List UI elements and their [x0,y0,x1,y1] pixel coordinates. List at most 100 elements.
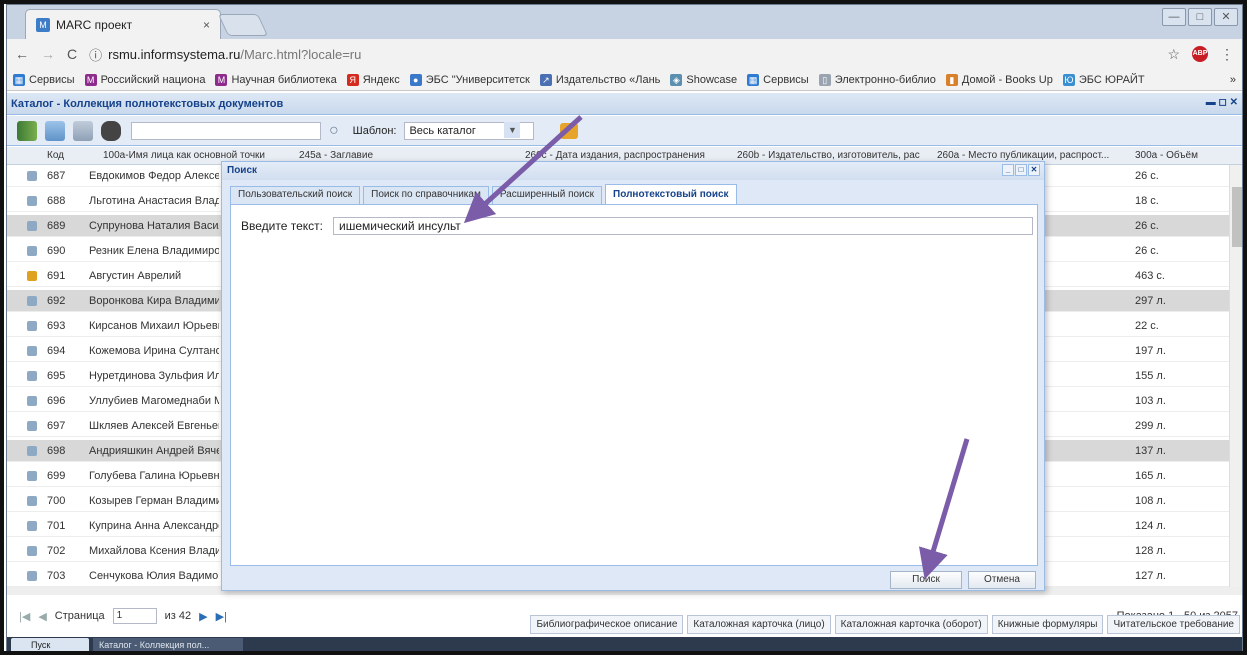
tab-user-search[interactable]: Пользовательский поиск [230,186,361,204]
back-icon[interactable]: ← [15,46,29,62]
bookmark-item[interactable]: Я Яндекс [346,73,400,86]
dialog-close-button[interactable]: ✕ [1028,164,1040,176]
first-page-icon[interactable]: |◀ [19,610,30,623]
tab-close-icon[interactable]: × [203,18,210,32]
scrollbar-thumb[interactable] [1232,187,1242,247]
bookmark-star-icon[interactable]: ☆ [1167,46,1180,63]
cancel-button[interactable]: Отмена [968,571,1036,589]
books-icon[interactable] [17,120,37,141]
dialog-body: Введите текст: [230,204,1038,566]
book-icon [27,271,37,281]
url-field[interactable]: ⓘ rsmu.informsystema.ru/Marc.html?locale… [89,43,1155,65]
bookmark-item[interactable]: M Российский национа [84,73,205,86]
template-dropdown-spacer: ▼ [504,121,582,140]
bookmark-item[interactable]: ▦ Сервисы [747,73,809,86]
record-icon [27,171,37,181]
start-button[interactable]: Пуск [11,638,89,651]
page-label: Страница [54,610,105,622]
search-text-label: Введите текст: [241,219,323,233]
catalog-card-back-button[interactable]: Каталожная карточка (оборот) [834,615,988,634]
browser-menu-icon[interactable]: ⋮ [1220,46,1234,63]
window-maximize-button[interactable]: □ [1188,8,1212,26]
next-page-icon[interactable]: ▶ [199,610,207,623]
dialog-title: Поиск [227,165,258,176]
app-taskbar: Пуск Каталог - Коллекция пол... [7,637,1242,651]
book-forms-button[interactable]: Книжные формуляры [991,615,1104,634]
bookmark-item[interactable]: ▦ Сервисы [13,73,75,86]
reader-request-button[interactable]: Читательское требование [1107,615,1240,634]
window-close-button[interactable]: ✕ [1214,8,1238,26]
binoculars-icon[interactable] [101,120,121,141]
bookmark-item[interactable]: M Научная библиотека [215,73,337,86]
last-page-icon[interactable]: ▶| [216,610,227,623]
books-up-logo-icon: ▮ [945,73,958,86]
new-tab-button[interactable] [217,14,269,36]
record-icon [27,246,37,256]
url-path: /Marc.html?locale=ru [240,46,362,62]
forward-icon[interactable]: → [41,46,55,62]
bookmark-item[interactable]: ▯ Электронно-библио [818,73,936,86]
bookmarks-more-icon[interactable]: » [1230,74,1236,86]
column-header-volume[interactable]: 300a - Объём [1135,150,1198,161]
record-icon [27,421,37,431]
reload-icon[interactable]: C [67,46,77,62]
bookmark-item[interactable]: Ю ЭБС ЮРАЙТ [1062,73,1145,86]
record-icon [27,471,37,481]
showcase-logo-icon: ◈ [670,73,683,86]
quick-search-input[interactable] [131,121,321,140]
add-record-icon[interactable] [45,120,65,141]
search-button[interactable]: Поиск [890,571,962,589]
fulltext-search-input[interactable] [333,217,1033,235]
record-icon [27,346,37,356]
column-header-place[interactable]: 260a - Место публикации, распрост... [937,150,1109,161]
record-icon [27,196,37,206]
template-label: Шаблон: [352,124,397,137]
page-icon: ▯ [818,73,831,86]
record-icon [27,446,37,456]
column-header-publisher[interactable]: 260b - Издательство, изготовитель, рас [737,150,920,161]
browser-tab[interactable]: M MARC проект × [25,9,221,39]
record-icon [27,571,37,581]
site-info-icon[interactable]: ⓘ [89,45,102,64]
catalog-toolbar: ○ Шаблон: Весь каталог ▼ [7,116,1242,146]
report-buttons: Библиографическое описание Каталожная ка… [530,615,1240,634]
list-view-icon[interactable] [73,120,93,141]
bibliographic-description-button[interactable]: Библиографическое описание [530,615,684,634]
prev-page-icon[interactable]: ◀ [38,610,46,623]
yandex-logo-icon: Я [346,73,359,86]
column-header-title[interactable]: 245a - Заглавие [299,150,373,161]
tab-strip: M MARC проект × — □ ✕ [7,5,1242,39]
panel-window-controls[interactable]: ▬ ◻ ✕ [1206,97,1238,108]
browser-tab-title: MARC проект [56,17,133,32]
catalog-card-front-button[interactable]: Каталожная карточка (лицо) [687,615,831,634]
bookmark-item[interactable]: ↗ Издательство «Лань [539,73,660,86]
dialog-header: Поиск _ □ ✕ [222,162,1044,180]
dialog-footer: Поиск Отмена [222,566,1044,592]
adblock-icon[interactable]: ABP [1192,46,1208,62]
bookmark-item[interactable]: ▮ Домой - Books Up [945,73,1053,86]
page-count-label: из 42 [164,610,192,622]
record-icon [27,221,37,231]
tab-reference-search[interactable]: Поиск по справочникам [363,186,489,204]
grid-vertical-scrollbar[interactable] [1229,165,1242,587]
app-panel-header: Каталог - Коллекция полнотекстовых докум… [7,93,1242,115]
search-magnifier-icon[interactable]: ○ [329,122,339,140]
column-header-date[interactable]: 260c - Дата издания, распространения [525,150,705,161]
browser-window: M MARC проект × — □ ✕ ← → C ⓘ rsmu.infor… [6,4,1243,652]
column-header-code[interactable]: Код [47,150,64,161]
tab-advanced-search[interactable]: Расширенный поиск [491,186,603,204]
taskbar-window-button[interactable]: Каталог - Коллекция пол... [93,638,243,651]
search-dialog: Поиск _ □ ✕ Пользовательский поиск Поиск… [221,161,1045,591]
tab-fulltext-search[interactable]: Полнотекстовый поиск [605,184,737,204]
chevron-down-icon[interactable]: ▼ [504,121,521,138]
page-number-input[interactable]: 1 [112,608,157,624]
record-icon [27,521,37,531]
dialog-maximize-button[interactable]: □ [1015,164,1027,176]
bookmark-item[interactable]: ◈ Showcase [670,73,737,86]
record-icon [27,496,37,506]
dialog-minimize-button[interactable]: _ [1002,164,1014,176]
apps-grid-icon: ▦ [747,73,760,86]
column-header-author[interactable]: 100a-Имя лица как основной точки [103,150,265,161]
bookmark-item[interactable]: ● ЭБС "Университетск [409,73,530,86]
window-minimize-button[interactable]: — [1162,8,1186,26]
